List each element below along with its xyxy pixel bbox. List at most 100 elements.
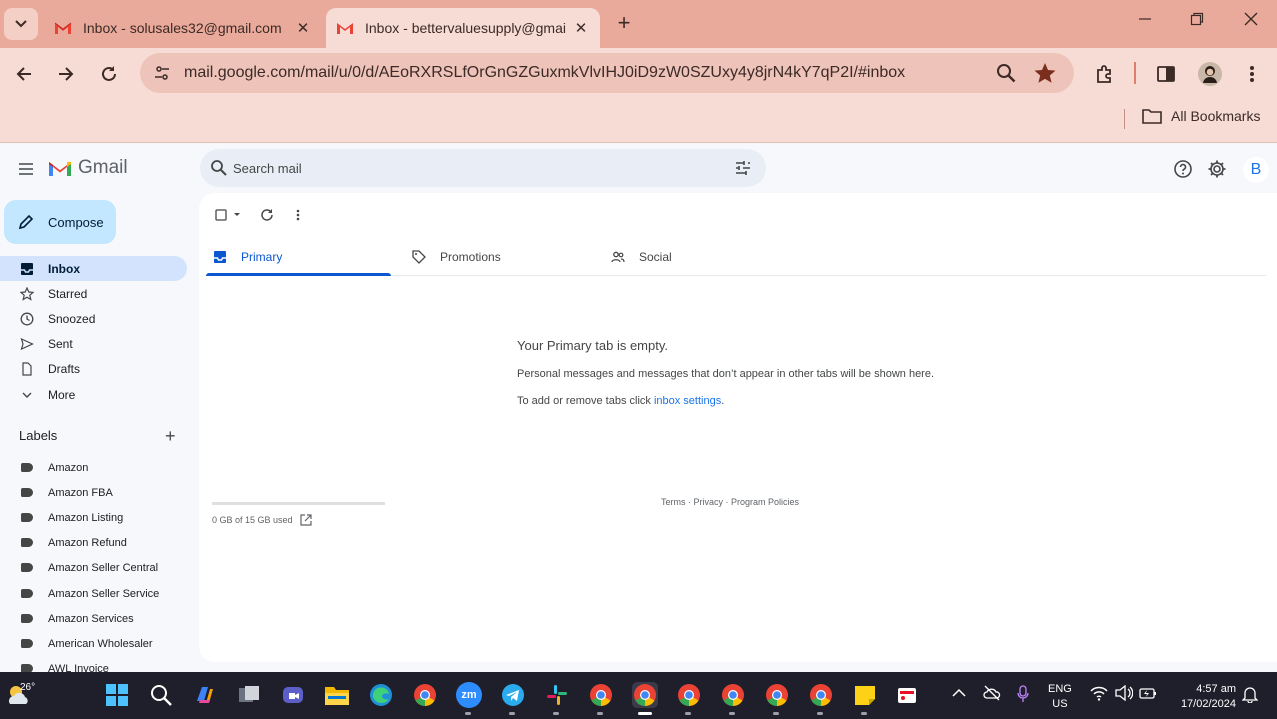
restore-button[interactable] [1182,12,1212,36]
microphone-button[interactable] [1017,685,1029,706]
microphone-icon [1017,685,1029,702]
gmail-logo-text: Gmail [78,157,128,178]
label-item[interactable]: Amazon Seller Central [0,555,187,580]
slack-button[interactable] [544,682,570,708]
label-item[interactable]: Amazon Seller Service [0,581,187,606]
edge-button[interactable] [368,682,394,708]
back-button[interactable] [10,60,38,88]
windows-start-button[interactable] [104,682,130,708]
settings-gear-icon[interactable] [1207,159,1227,179]
browser-tab-solusales[interactable]: Inbox - solusales32@gmail.com ✕ [44,8,322,48]
running-indicator [685,712,691,715]
chrome-profile-button[interactable] [720,682,746,708]
nav-starred[interactable]: Starred [0,281,187,306]
telegram-button[interactable] [500,682,526,708]
browser-toolbar: mail.google.com/mail/u/0/d/AEoRXRSLfOrGn… [0,48,1277,100]
language-indicator[interactable]: ENG US [1048,682,1072,712]
copilot-button[interactable] [192,682,218,708]
main-menu-button[interactable] [15,158,37,180]
label-item[interactable]: Amazon FBA [0,480,187,505]
nav-label: More [48,387,76,402]
nav-inbox[interactable]: Inbox [0,256,187,281]
storage-usage[interactable]: 0 GB of 15 GB used [212,514,312,526]
chrome-button[interactable] [412,682,438,708]
star-icon [1034,63,1056,83]
site-info-button[interactable] [150,61,174,85]
battery-button[interactable] [1139,685,1157,704]
nav-sent[interactable]: Sent [0,331,187,356]
search-icon[interactable] [210,159,228,177]
search-input[interactable] [233,158,713,178]
compose-button[interactable]: Compose [4,200,116,244]
tab-promotions[interactable]: Promotions [412,239,501,275]
zoom-button[interactable]: zm [456,682,482,708]
sticky-notes-button[interactable] [852,682,878,708]
account-avatar[interactable]: B [1243,157,1269,183]
nav-drafts[interactable]: Drafts [0,356,187,381]
label-item[interactable]: Amazon Listing [0,505,187,530]
side-panel-button[interactable] [1152,60,1180,88]
search-bar[interactable] [200,149,766,187]
refresh-button[interactable] [257,205,277,225]
open-in-new-icon[interactable] [299,514,312,526]
address-bar[interactable]: mail.google.com/mail/u/0/d/AEoRXRSLfOrGn… [140,53,1074,93]
gmail-sidebar: Compose Inbox Starred Snoozed Sent Draft… [0,193,198,675]
nav-snoozed[interactable]: Snoozed [0,306,187,331]
forward-button[interactable] [52,60,80,88]
all-bookmarks-button[interactable]: All Bookmarks [1142,108,1260,124]
label-item[interactable]: American Wholesaler [0,631,187,656]
tab-social[interactable]: Social [611,239,672,275]
tab-search-button[interactable] [4,8,38,40]
minimize-button[interactable] [1130,12,1160,36]
reload-button[interactable] [95,60,123,88]
file-explorer-button[interactable] [324,682,350,708]
empty-state-settings-hint: To add or remove tabs click inbox settin… [517,395,724,407]
tab-primary[interactable]: Primary [213,239,282,275]
task-view-button[interactable] [236,682,262,708]
weather-widget[interactable]: 26° [6,678,38,712]
folder-icon [325,687,349,705]
labels-heading: Labels [19,428,58,443]
chrome-icon [678,684,700,706]
running-indicator [509,712,515,715]
footer-links[interactable]: Terms · Privacy · Program Policies [661,497,799,507]
bookmark-star-button[interactable] [1033,61,1057,90]
search-options-icon[interactable] [734,159,752,177]
wifi-button[interactable] [1090,685,1108,704]
select-all-checkbox[interactable] [211,205,245,225]
mail-list-panel: Primary Promotions Social Your Primary t… [199,193,1277,662]
zoom-button[interactable] [995,62,1017,89]
nav-more[interactable]: More [0,382,187,407]
chrome-profile-button[interactable] [764,682,790,708]
extensions-button[interactable] [1091,60,1119,88]
system-clock[interactable]: 4:57 am 17/02/2024 [1168,682,1236,712]
teams-button[interactable] [280,682,306,708]
profile-button[interactable] [1196,60,1224,88]
label-name: American Wholesaler [48,637,153,650]
chrome-profile-button[interactable] [676,682,702,708]
chrome-profile-button[interactable] [588,682,614,708]
volume-button[interactable] [1115,684,1134,704]
close-tab-icon[interactable]: ✕ [294,19,312,37]
new-tab-button[interactable]: + [611,11,637,37]
close-tab-icon[interactable]: ✕ [572,19,590,37]
label-item[interactable]: Amazon Services [0,606,187,631]
inbox-settings-link[interactable]: inbox settings [654,395,721,407]
create-label-button[interactable]: + [165,427,176,445]
minimize-icon [1139,18,1151,20]
close-window-button[interactable] [1236,12,1266,36]
more-actions-button[interactable] [288,205,308,225]
gmail-logo[interactable]: Gmail [48,157,128,179]
help-icon[interactable] [1173,159,1193,179]
snipping-tool-button[interactable] [894,682,920,708]
label-item[interactable]: Amazon [0,455,187,480]
chrome-menu-button[interactable] [1238,60,1266,88]
label-item[interactable]: Amazon Refund [0,530,187,555]
notifications-button[interactable] [1241,685,1259,706]
browser-tab-bettervaluesupply[interactable]: Inbox - bettervaluesupply@gmail.com ✕ [326,8,600,48]
show-hidden-icons-button[interactable] [952,685,966,701]
taskbar-search-button[interactable] [148,682,174,708]
chrome-profile-button[interactable] [808,682,834,708]
onedrive-button[interactable] [983,685,1001,704]
chrome-active-button[interactable] [632,682,658,708]
